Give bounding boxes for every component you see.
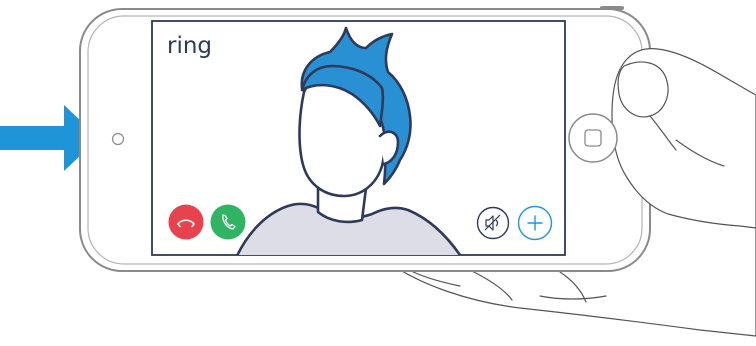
accept-call-button[interactable] (210, 204, 246, 240)
add-button[interactable] (517, 205, 553, 241)
ring-logo: ring (167, 33, 212, 59)
decline-call-button[interactable] (168, 204, 204, 240)
front-camera-icon (111, 132, 125, 146)
ring-doorbell-call-illustration: ring (0, 6, 756, 337)
side-button (600, 6, 624, 10)
home-button[interactable] (568, 113, 618, 163)
mute-audio-button[interactable] (476, 206, 510, 240)
